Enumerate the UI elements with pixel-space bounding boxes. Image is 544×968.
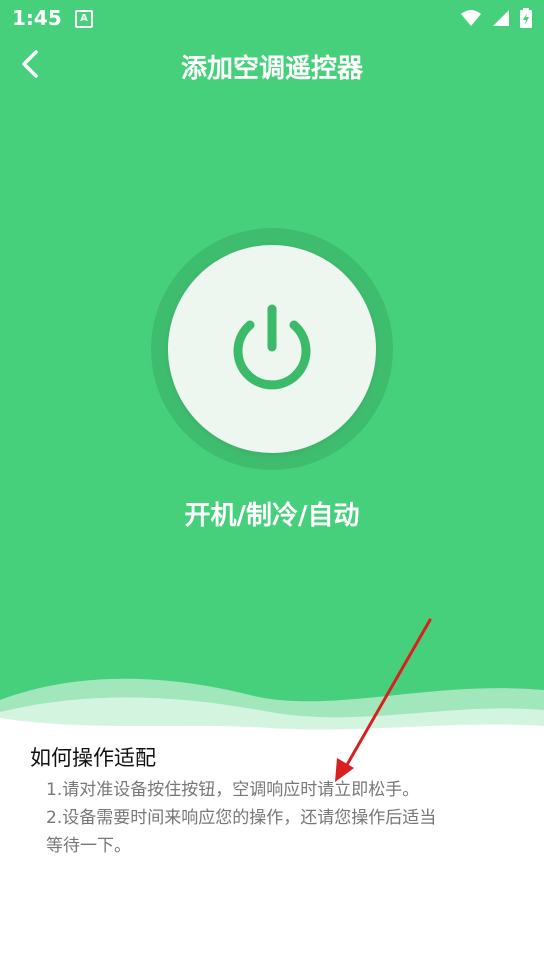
guide-section: 如何操作适配 1.请对准设备按住按钮，空调响应时请立即松手。 2.设备需要时间来… [30, 742, 520, 860]
guide-line: 1.请对准设备按住按钮，空调响应时请立即松手。 [46, 780, 420, 800]
notification-icon: A [75, 10, 93, 28]
system-icons [460, 8, 532, 28]
status-time: 1:45 [12, 6, 62, 30]
guide-line: 2.设备需要时间来响应您的操作，还请您操作后适当 [46, 808, 437, 828]
guide-title: 如何操作适配 [30, 746, 156, 770]
page-title: 添加空调遥控器 [180, 54, 363, 84]
power-button-label: 开机/制冷/自动 [184, 501, 360, 531]
power-button[interactable] [168, 245, 376, 453]
top-bar: 添加空调遥控器 [0, 36, 544, 92]
guide-line: 等待一下。 [46, 836, 131, 856]
battery-icon [520, 8, 532, 28]
signal-icon [493, 10, 509, 26]
power-icon [233, 304, 311, 390]
wifi-icon [461, 10, 481, 26]
status-bar: 1:45 A [0, 0, 544, 36]
